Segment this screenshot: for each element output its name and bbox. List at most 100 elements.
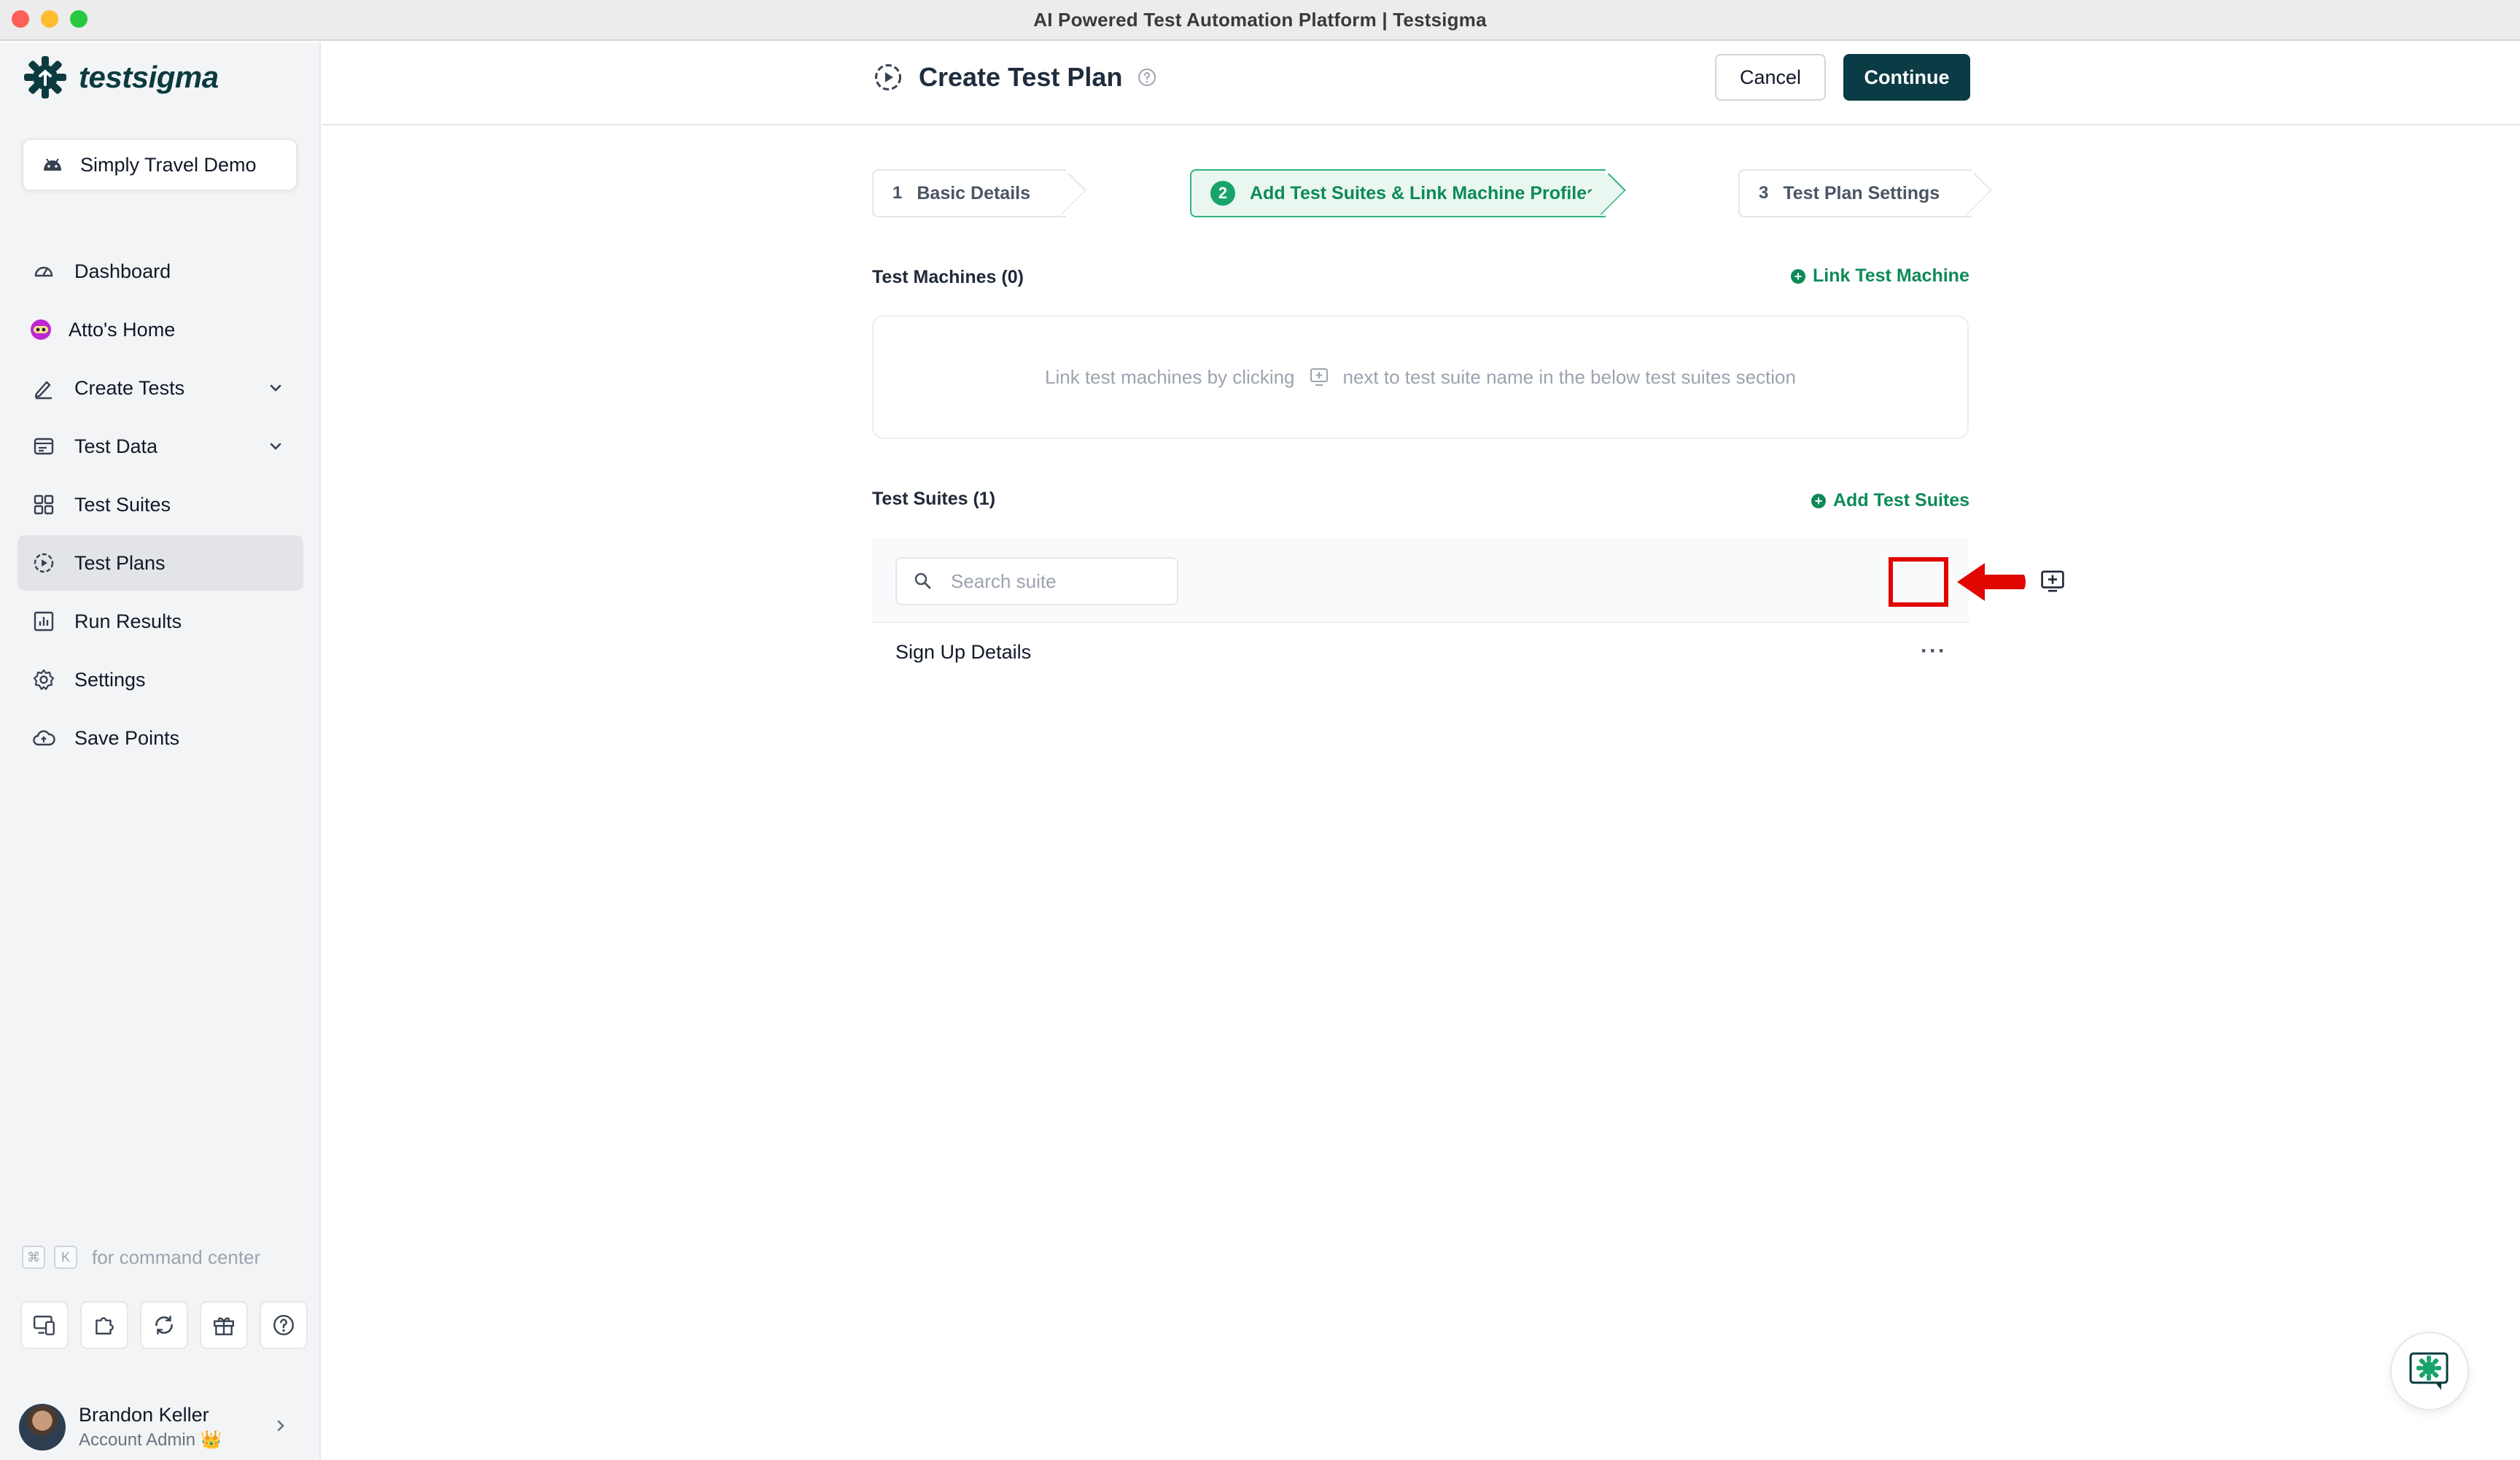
test-suites-title: Test Suites (1) bbox=[872, 489, 996, 509]
sidebar-item-label: Save Points bbox=[74, 726, 180, 749]
sidebar-item-test-plans[interactable]: Test Plans bbox=[18, 535, 303, 591]
test-suites-toolbar bbox=[872, 538, 2064, 623]
link-machine-icon bbox=[2041, 570, 2064, 592]
page-title: Create Test Plan bbox=[919, 62, 1123, 92]
chevron-down-icon bbox=[270, 384, 281, 392]
sidebar-item-dashboard[interactable]: Dashboard bbox=[18, 244, 303, 299]
project-name: Simply Travel Demo bbox=[80, 153, 257, 176]
chevron-right-icon bbox=[277, 1420, 284, 1432]
search-suite-box[interactable] bbox=[895, 557, 1178, 605]
k-key: K bbox=[54, 1246, 77, 1269]
step-basic-details[interactable]: 1 Basic Details bbox=[872, 169, 1066, 217]
sidebar-item-label: Test Data bbox=[74, 435, 158, 457]
sidebar-item-label: Create Tests bbox=[74, 376, 185, 399]
help-icon bbox=[273, 1315, 294, 1335]
test-plan-icon bbox=[874, 63, 902, 91]
step-add-test-suites[interactable]: 2 Add Test Suites & Link Machine Profile… bbox=[1190, 169, 1606, 217]
search-icon bbox=[914, 572, 931, 589]
test-data-icon bbox=[34, 438, 54, 455]
step-number: 2 bbox=[1210, 181, 1235, 206]
sidebar-tools bbox=[20, 1301, 308, 1349]
step-number: 3 bbox=[1759, 183, 1769, 203]
support-chat-button[interactable] bbox=[2390, 1332, 2469, 1410]
maximize-window-button[interactable] bbox=[70, 10, 88, 28]
brand-logo[interactable]: testsigma bbox=[22, 54, 219, 101]
crown-icon: 👑 bbox=[200, 1430, 222, 1450]
user-role: Account Admin bbox=[79, 1430, 196, 1450]
sidebar-item-label: Run Results bbox=[74, 610, 182, 632]
link-test-machine-label: Link Test Machine bbox=[1813, 265, 1969, 286]
command-center-hint: ⌘ K for command center bbox=[22, 1246, 260, 1269]
help-button[interactable] bbox=[260, 1301, 308, 1349]
command-hint-text: for command center bbox=[92, 1246, 261, 1268]
sidebar-item-create-tests[interactable]: Create Tests bbox=[18, 360, 303, 416]
step-label: Basic Details bbox=[917, 182, 1030, 203]
continue-button[interactable]: Continue bbox=[1843, 54, 1970, 101]
empty-state-text-start: Link test machines by clicking bbox=[1045, 365, 1295, 388]
sync-button[interactable] bbox=[140, 1301, 188, 1349]
user-profile[interactable]: Brandon Keller Account Admin 👑 bbox=[19, 1400, 299, 1454]
avatar bbox=[19, 1404, 66, 1451]
chat-bot-icon bbox=[2409, 1352, 2449, 1390]
test-machines-empty-state: Link test machines by clicking next to t… bbox=[872, 315, 1969, 439]
dashboard-icon bbox=[34, 266, 53, 277]
step-test-plan-settings[interactable]: 3 Test Plan Settings bbox=[1738, 169, 1972, 217]
sidebar-item-attos-home[interactable]: Atto's Home bbox=[18, 302, 303, 357]
testsigma-logo-icon bbox=[24, 56, 66, 98]
devices-button[interactable] bbox=[20, 1301, 69, 1349]
window-controls bbox=[12, 10, 88, 28]
suite-name: Sign Up Details bbox=[895, 640, 1032, 663]
play-circle-icon bbox=[34, 553, 54, 573]
sidebar-item-save-points[interactable]: Save Points bbox=[18, 710, 303, 766]
cmd-key: ⌘ bbox=[22, 1246, 45, 1269]
sidebar-nav: Dashboard Atto's Home Create Tests Test … bbox=[18, 244, 303, 769]
sidebar-item-label: Settings bbox=[74, 668, 146, 691]
step-number: 1 bbox=[892, 183, 903, 203]
link-test-machine-button[interactable]: + Link Test Machine bbox=[1791, 265, 1969, 287]
table-row[interactable]: Sign Up Details ··· bbox=[872, 624, 1969, 680]
sync-icon bbox=[155, 1316, 173, 1335]
page-header: Create Test Plan Cancel Continue bbox=[322, 42, 2520, 125]
atto-icon bbox=[31, 319, 51, 340]
grid-icon bbox=[34, 494, 54, 515]
plus-circle-icon: + bbox=[1791, 268, 1805, 284]
pencil-icon bbox=[34, 381, 52, 400]
cloud-icon bbox=[33, 730, 55, 746]
sidebar-item-test-data[interactable]: Test Data bbox=[18, 419, 303, 474]
step-label: Add Test Suites & Link Machine Profiles bbox=[1250, 182, 1598, 203]
wizard-stepper: 1 Basic Details 2 Add Test Suites & Link… bbox=[872, 169, 1988, 217]
user-name: Brandon Keller bbox=[79, 1404, 209, 1426]
info-icon[interactable] bbox=[1137, 67, 1157, 88]
cancel-button[interactable]: Cancel bbox=[1715, 54, 1826, 101]
add-test-suites-button[interactable]: + Add Test Suites bbox=[1811, 490, 1969, 511]
devices-icon bbox=[34, 1316, 55, 1335]
sidebar-item-label: Dashboard bbox=[74, 260, 171, 282]
window-titlebar: AI Powered Test Automation Platform | Te… bbox=[0, 0, 2520, 41]
page-title-group: Create Test Plan bbox=[872, 61, 1157, 93]
annotation-arrow-icon bbox=[1957, 563, 2026, 601]
step-label: Test Plan Settings bbox=[1783, 182, 1940, 203]
sidebar-item-run-results[interactable]: Run Results bbox=[18, 594, 303, 649]
minimize-window-button[interactable] bbox=[41, 10, 58, 28]
close-window-button[interactable] bbox=[12, 10, 29, 28]
sidebar-item-test-suites[interactable]: Test Suites bbox=[18, 477, 303, 532]
search-suite-input[interactable] bbox=[951, 570, 1170, 593]
sidebar: testsigma Simply Travel Demo Dashboard A… bbox=[0, 42, 321, 1460]
user-role-line: Account Admin 👑 bbox=[79, 1429, 222, 1451]
sidebar-item-label: Test Plans bbox=[74, 551, 166, 574]
project-switcher[interactable]: Simply Travel Demo bbox=[22, 139, 298, 191]
android-icon bbox=[44, 158, 61, 171]
more-options-icon[interactable]: ··· bbox=[1921, 639, 1947, 664]
empty-state-text-end: next to test suite name in the below tes… bbox=[1342, 365, 1796, 388]
sidebar-item-settings[interactable]: Settings bbox=[18, 652, 303, 707]
bulk-link-machine-button[interactable] bbox=[2034, 563, 2071, 599]
test-machines-title: Test Machines (0) bbox=[872, 267, 1024, 287]
chart-icon bbox=[34, 611, 54, 632]
link-machine-icon bbox=[1310, 368, 1328, 386]
brand-name: testsigma bbox=[79, 60, 219, 94]
add-test-suites-label: Add Test Suites bbox=[1833, 490, 1970, 510]
whats-new-button[interactable] bbox=[200, 1301, 248, 1349]
plus-circle-icon: + bbox=[1811, 493, 1826, 508]
addons-button[interactable] bbox=[80, 1301, 128, 1349]
window-title: AI Powered Test Automation Platform | Te… bbox=[1033, 8, 1487, 31]
